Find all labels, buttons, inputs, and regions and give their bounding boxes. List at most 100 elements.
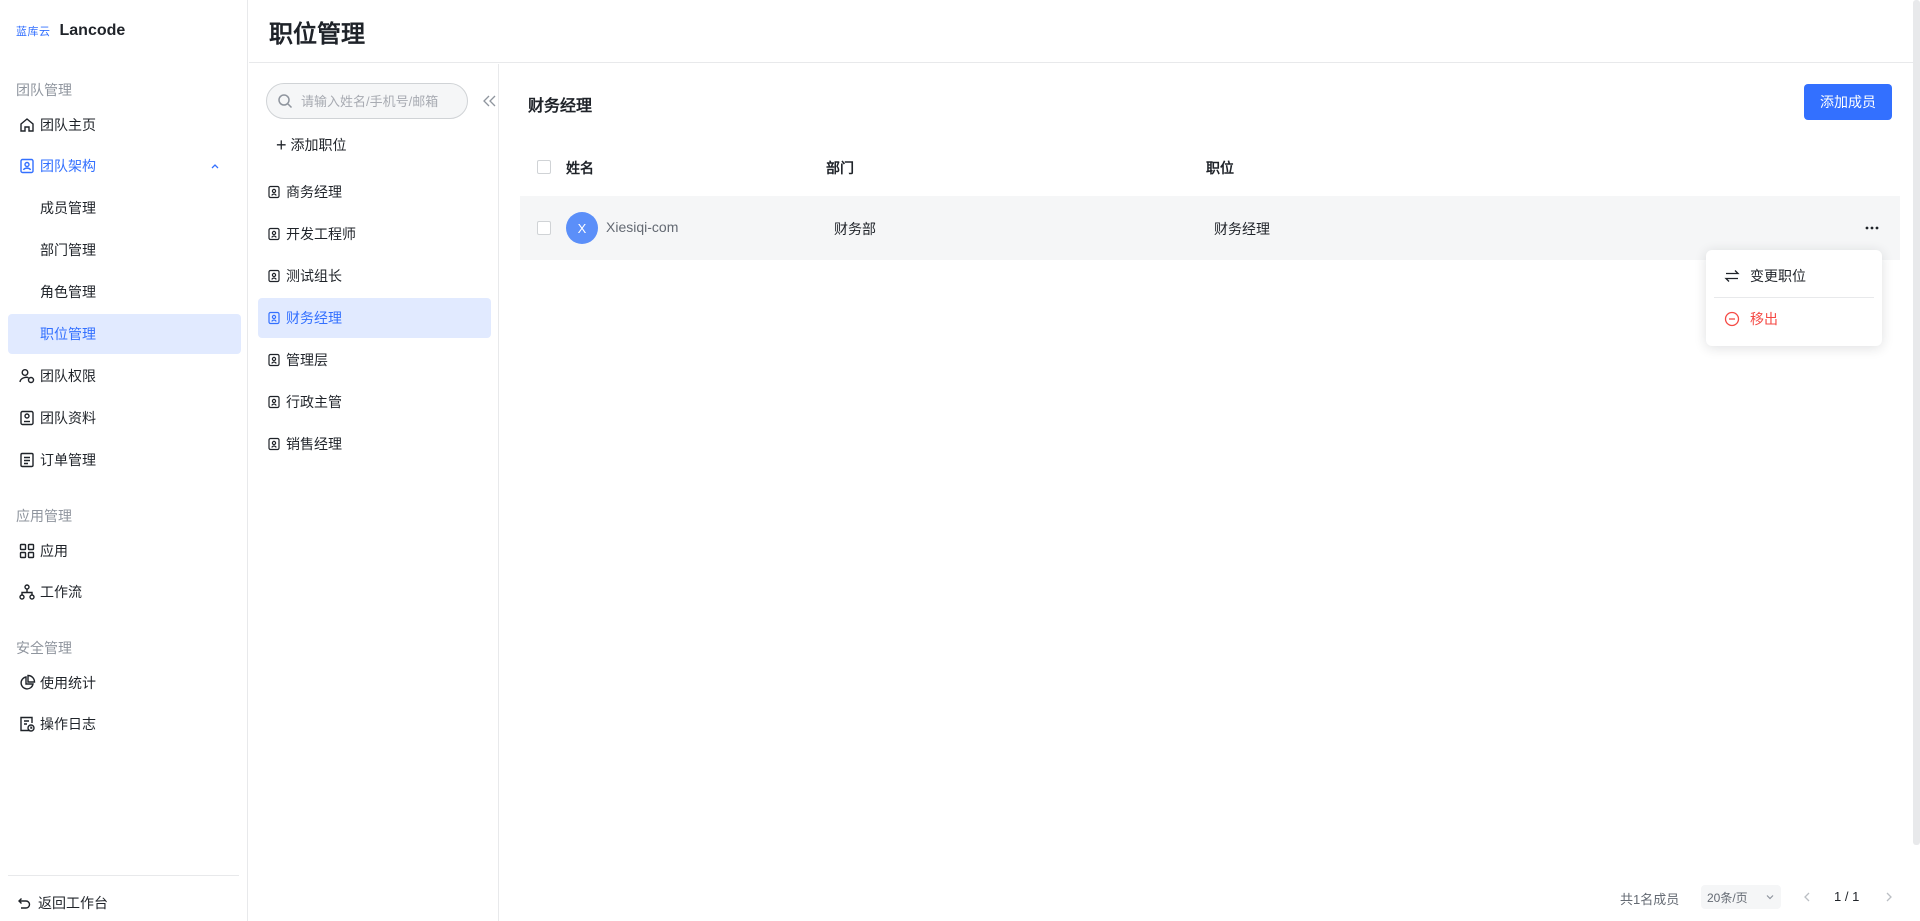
sidebar-item-stats[interactable]: 使用统计: [8, 663, 241, 703]
position-label: 销售经理: [286, 436, 342, 452]
column-header-name: 姓名: [566, 160, 594, 176]
add-position-button[interactable]: + 添加职位: [276, 135, 347, 155]
nav-group-team: 团队管理: [16, 82, 72, 98]
nav-group-security: 安全管理: [16, 640, 72, 656]
column-header-position: 职位: [1206, 160, 1234, 176]
member-name: Xiesiqi-com: [606, 219, 679, 235]
sidebar-item-label: 团队资料: [40, 410, 96, 426]
positions-panel: + 添加职位 商务经理 开发工程师 测试组长 财务经理 管理层 行政主管 销售经…: [249, 64, 499, 921]
sidebar-item-label: 使用统计: [40, 675, 96, 691]
badge-icon: [267, 437, 281, 451]
position-item-management[interactable]: 管理层: [258, 340, 491, 380]
position-item-admin-supervisor[interactable]: 行政主管: [258, 382, 491, 422]
user-permission-icon: [18, 367, 36, 385]
remove-label: 移出: [1750, 311, 1778, 327]
workflow-icon: [18, 583, 36, 601]
position-label: 商务经理: [286, 184, 342, 200]
sidebar-item-structure[interactable]: 团队架构: [8, 146, 241, 186]
add-position-label: 添加职位: [290, 137, 347, 153]
sidebar-item-apps[interactable]: 应用: [8, 531, 241, 571]
sidebar-item-label: 操作日志: [40, 716, 96, 732]
total-count: 共1名成员: [1620, 892, 1680, 907]
page-size-value: 20条/页: [1707, 890, 1748, 905]
logo-mark: 蓝库云: [16, 26, 51, 38]
sidebar-item-permissions[interactable]: 团队权限: [8, 356, 241, 396]
sidebar-item-home[interactable]: 团队主页: [8, 105, 241, 145]
badge-icon: [267, 227, 281, 241]
position-item-business-manager[interactable]: 商务经理: [258, 172, 491, 212]
sidebar-item-label: 团队架构: [40, 158, 96, 174]
chevron-up-icon: [209, 160, 221, 172]
page-scrollbar[interactable]: [1913, 0, 1920, 845]
position-label: 财务经理: [286, 310, 342, 326]
change-position-menu-item[interactable]: 变更职位: [1724, 266, 1806, 286]
main-content: 财务经理 添加成员 姓名 部门 职位 X Xiesiqi-com 财务部 财务经…: [500, 64, 1903, 921]
content-title: 财务经理: [528, 98, 593, 115]
remove-menu-item[interactable]: 移出: [1724, 309, 1778, 329]
table-header: 姓名 部门 职位: [520, 144, 1900, 190]
back-to-workspace-label: 返回工作台: [38, 895, 108, 911]
position-item-test-lead[interactable]: 测试组长: [258, 256, 491, 296]
swap-icon: [1724, 268, 1740, 284]
sidebar-item-orders[interactable]: 订单管理: [8, 440, 241, 480]
page-title: 职位管理: [269, 21, 365, 48]
badge-icon: [267, 185, 281, 199]
prev-page-icon[interactable]: [1800, 890, 1814, 904]
logo-text: Lancode: [59, 22, 126, 39]
select-all-checkbox[interactable]: [537, 160, 551, 174]
row-checkbox[interactable]: [537, 221, 551, 235]
document-list-icon: [18, 451, 36, 469]
logo[interactable]: 蓝库云 Lancode: [16, 20, 125, 42]
minus-circle-icon: [1724, 311, 1740, 327]
sidebar-item-positions[interactable]: 职位管理: [8, 314, 241, 354]
sidebar-item-label: 应用: [40, 543, 68, 559]
plus-icon: +: [276, 135, 287, 155]
position-label: 管理层: [286, 352, 328, 368]
collapse-panel-icon[interactable]: [481, 90, 499, 112]
org-structure-icon: [18, 157, 36, 175]
sidebar-divider: [8, 875, 239, 876]
badge-icon: [267, 311, 281, 325]
change-position-label: 变更职位: [1750, 268, 1806, 284]
nav-group-app: 应用管理: [16, 508, 72, 524]
page-size-select[interactable]: 20条/页: [1701, 885, 1781, 909]
position-label: 开发工程师: [286, 226, 356, 242]
position-item-dev-engineer[interactable]: 开发工程师: [258, 214, 491, 254]
search-box: [266, 83, 468, 119]
more-actions-icon[interactable]: [1862, 218, 1882, 238]
column-header-department: 部门: [826, 160, 854, 176]
add-member-button[interactable]: 添加成员: [1804, 84, 1892, 120]
position-label: 行政主管: [286, 394, 342, 410]
badge-icon: [267, 269, 281, 283]
sidebar-item-workflow[interactable]: 工作流: [8, 572, 241, 612]
sidebar-item-roles[interactable]: 角色管理: [8, 272, 241, 312]
table-row[interactable]: X Xiesiqi-com 财务部 财务经理: [520, 196, 1900, 260]
badge-icon: [267, 353, 281, 367]
sidebar: 蓝库云 Lancode 团队管理 团队主页 团队架构 成员管理 部门管理 角色管…: [0, 0, 248, 921]
row-actions-dropdown: 变更职位 移出: [1706, 250, 1882, 346]
sidebar-item-departments[interactable]: 部门管理: [8, 230, 241, 270]
sidebar-item-logs[interactable]: 操作日志: [8, 704, 241, 744]
next-page-icon[interactable]: [1882, 890, 1896, 904]
position-label: 测试组长: [286, 268, 342, 284]
back-to-workspace-link[interactable]: 返回工作台: [16, 893, 108, 913]
sidebar-item-members[interactable]: 成员管理: [8, 188, 241, 228]
home-icon: [18, 116, 36, 134]
page-header: 职位管理: [249, 0, 1920, 63]
member-department: 财务部: [834, 221, 876, 237]
position-item-finance-manager[interactable]: 财务经理: [258, 298, 491, 338]
log-icon: [18, 715, 36, 733]
position-item-sales-manager[interactable]: 销售经理: [258, 424, 491, 464]
page-indicator: 1 / 1: [1834, 889, 1860, 904]
sidebar-item-label: 订单管理: [40, 452, 96, 468]
member-position: 财务经理: [1214, 221, 1270, 237]
sidebar-item-profile[interactable]: 团队资料: [8, 398, 241, 438]
chevron-down-icon: [1765, 892, 1775, 902]
grid-icon: [18, 542, 36, 560]
sidebar-item-label: 团队主页: [40, 117, 96, 133]
sidebar-item-label: 团队权限: [40, 368, 96, 384]
undo-arrow-icon: [16, 895, 32, 911]
search-input[interactable]: [301, 93, 466, 109]
pie-chart-icon: [18, 674, 36, 692]
badge-icon: [267, 395, 281, 409]
